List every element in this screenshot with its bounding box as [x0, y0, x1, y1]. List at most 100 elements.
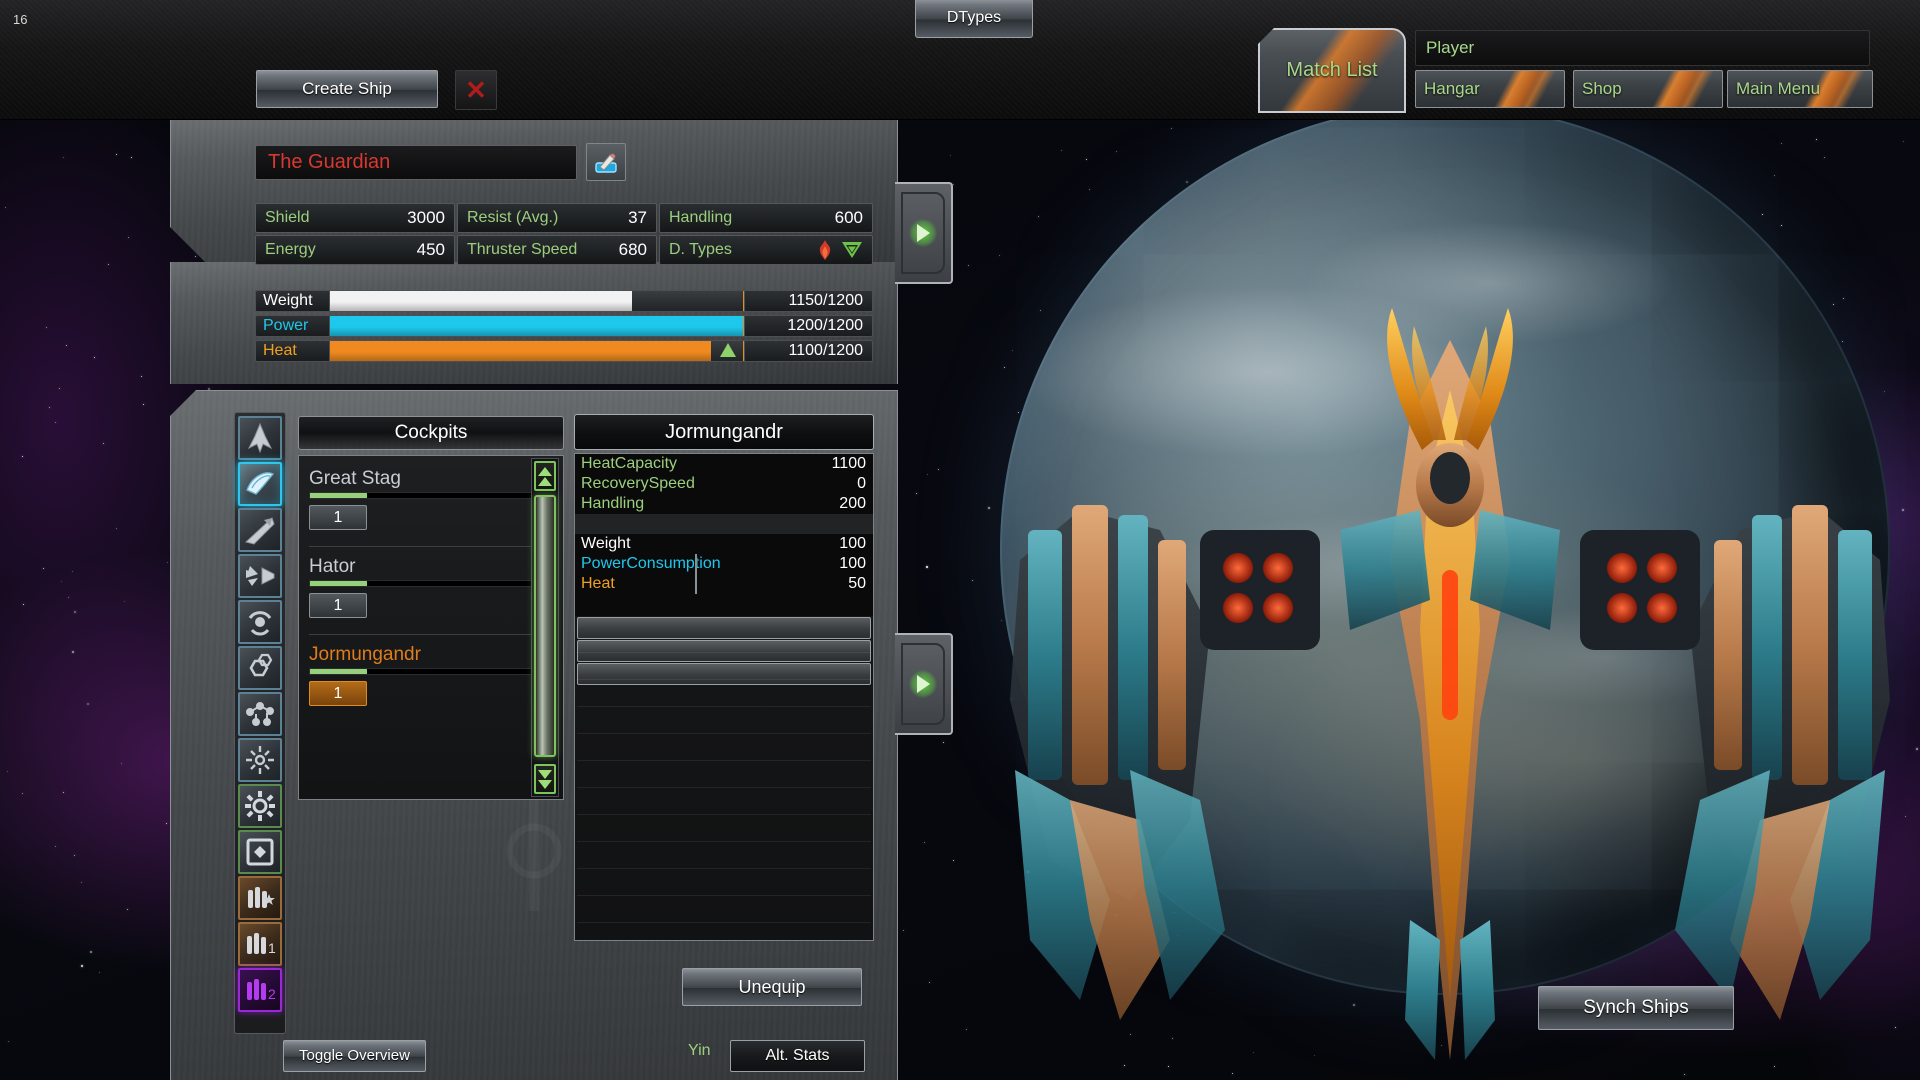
gauge-heat-marker [743, 341, 745, 361]
detail-value: 1100 [832, 455, 866, 473]
cockpit-quantity[interactable]: 1 [309, 681, 367, 706]
cockpit-quantity[interactable]: 1 [309, 593, 367, 618]
gauge-power-fill [330, 316, 744, 336]
list-item[interactable]: Great Stag 1 [309, 468, 537, 530]
detail-value: 50 [848, 575, 866, 593]
gauge-weight-marker [743, 291, 745, 311]
nav-shop-label: Shop [1574, 79, 1622, 99]
cockpit-quantity[interactable]: 1 [309, 505, 367, 530]
gauge-power-marker [743, 316, 745, 336]
synch-ships-button[interactable]: Synch Ships [1538, 986, 1734, 1030]
gauge-power-label: Power [255, 315, 330, 337]
detail-row: PowerConsumption 100 [575, 554, 873, 574]
hull-icon[interactable] [238, 416, 282, 460]
cockpit-quality-bar [309, 580, 537, 587]
stat-handling-value: 600 [835, 208, 863, 228]
nav-shop-button[interactable]: Shop [1573, 70, 1723, 108]
nav-main-menu-button[interactable]: Main Menu [1727, 70, 1873, 108]
thruster-icon[interactable] [238, 554, 282, 598]
unequip-button[interactable]: Unequip [682, 968, 862, 1006]
stat-energy-value: 450 [417, 240, 445, 260]
targeting-system-icon[interactable] [238, 738, 282, 782]
stat-shield-value: 3000 [407, 208, 445, 228]
list-item[interactable]: Hator 1 [309, 556, 537, 618]
gauge-heat-value: 1100/1200 [745, 340, 873, 362]
poison-damage-icon [841, 240, 863, 260]
nav-main-menu-label: Main Menu [1728, 79, 1820, 99]
detail-divider [695, 574, 697, 594]
weapon-slot-2-icon[interactable]: 2 [238, 968, 282, 1012]
circuit-module-icon[interactable] [238, 692, 282, 736]
detail-gap [575, 514, 873, 534]
component-detail-title: Jormungandr [574, 414, 874, 450]
gauge-power-value: 1200/1200 [745, 315, 873, 337]
detail-key: RecoverySpeed [581, 475, 695, 493]
shop-streak-decoration [1621, 70, 1723, 108]
gauge-power-track [330, 315, 745, 337]
ship-model-preview [1010, 300, 1890, 1070]
cockpits-scrollbar[interactable] [531, 458, 559, 797]
weapon-slot-1-icon[interactable]: 1 [238, 922, 282, 966]
create-ship-button[interactable]: Create Ship [256, 70, 438, 108]
stat-energy-label: Energy [265, 241, 316, 259]
detail-row: Heat 50 [575, 574, 873, 594]
gauge-weight-value: 1150/1200 [745, 290, 873, 312]
detail-row: RecoverySpeed 0 [575, 474, 873, 494]
detail-value: 100 [839, 535, 866, 553]
alt-stats-button[interactable]: Alt. Stats [730, 1040, 865, 1072]
ship-name-input[interactable] [255, 145, 577, 180]
match-list-tab[interactable]: Match List [1258, 28, 1406, 113]
core-module-icon[interactable] [238, 830, 282, 874]
cockpit-name: Jormungandr [309, 644, 537, 666]
detail-value: 100 [839, 555, 866, 573]
game-screen: 16 Create Ship ✕ DTypes Match List Playe… [0, 0, 1920, 1080]
double-chevron-down-icon[interactable] [534, 764, 556, 794]
scrollbar-thumb[interactable] [534, 495, 556, 757]
toggle-overview-button[interactable]: Toggle Overview [283, 1040, 426, 1072]
gauge-power: Power 1200/1200 [255, 315, 873, 337]
detail-key: PowerConsumption [581, 555, 721, 573]
detail-row: Weight 100 [575, 534, 873, 554]
expand-left-panel-tab-2[interactable] [895, 633, 953, 735]
stat-resist-label: Resist (Avg.) [467, 209, 558, 227]
cockpit-quality-bar [309, 668, 537, 675]
cockpits-list: Great Stag 1 Hator 1 Jormungandr 1 [298, 455, 564, 800]
special-weapon-icon[interactable] [238, 876, 282, 920]
gauge-heat: Heat 1100/1200 [255, 340, 873, 362]
nav-hangar-button[interactable]: Hangar [1415, 70, 1565, 108]
detail-pad [575, 594, 873, 616]
dtypes-tab[interactable]: DTypes [915, 0, 1033, 38]
nav-hangar-label: Hangar [1416, 79, 1480, 99]
match-list-label: Match List [1286, 59, 1377, 82]
cockpit-name: Hator [309, 556, 537, 578]
list-separator [309, 634, 541, 635]
stat-damage-types: D. Types [659, 235, 873, 265]
stat-resist-value: 37 [628, 208, 647, 228]
stat-resist: Resist (Avg.) 37 [457, 203, 657, 233]
svg-text:1: 1 [268, 940, 276, 956]
expand-left-panel-tab[interactable] [895, 182, 953, 284]
component-category-rail: 1 2 [234, 412, 286, 1034]
cockpit-icon[interactable] [238, 462, 282, 506]
close-x-icon[interactable]: ✕ [455, 70, 497, 110]
list-item[interactable]: Jormungandr 1 [309, 644, 537, 706]
shield-generator-icon[interactable] [238, 600, 282, 644]
svg-text:2: 2 [268, 986, 276, 1002]
gear-settings-icon[interactable] [238, 784, 282, 828]
stat-shield: Shield 3000 [255, 203, 455, 233]
stat-handling-label: Handling [669, 209, 732, 227]
detail-key: Weight [581, 535, 631, 553]
detail-row: HeatCapacity 1100 [575, 454, 873, 474]
gauge-weight-fill [330, 291, 632, 311]
wing-icon[interactable] [238, 508, 282, 552]
armor-plating-icon[interactable] [238, 646, 282, 690]
yin-label: Yin [688, 1042, 711, 1060]
stat-energy: Energy 450 [255, 235, 455, 265]
pencil-edit-icon[interactable] [586, 143, 626, 181]
list-separator [309, 546, 541, 547]
heat-rising-arrow-icon [720, 343, 736, 357]
stat-shield-label: Shield [265, 209, 309, 227]
double-chevron-up-icon[interactable] [534, 461, 556, 491]
play-arrow-icon [909, 219, 937, 247]
stat-damage-types-label: D. Types [669, 241, 732, 259]
